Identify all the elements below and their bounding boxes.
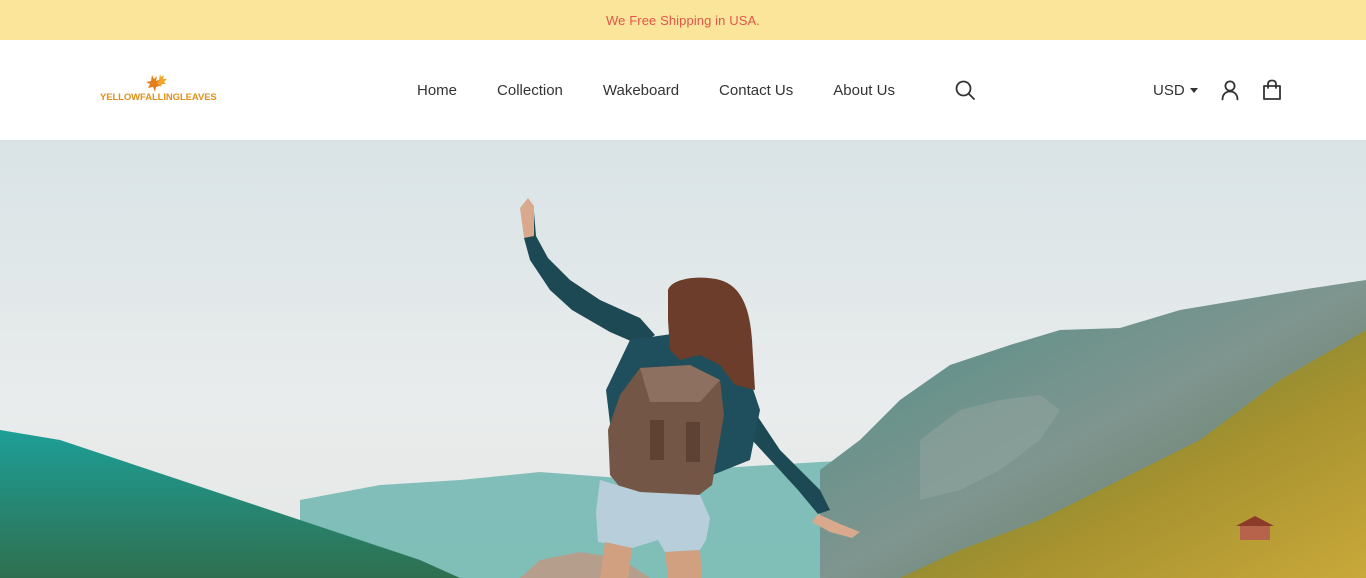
currency-selector[interactable]: USD xyxy=(1153,79,1198,101)
currency-label: USD xyxy=(1153,81,1185,99)
site-header: YELLOWFALLINGLEAVES Home Collection Wake… xyxy=(0,40,1366,140)
nav-item-home[interactable]: Home xyxy=(417,82,457,99)
maple-leaf-icon xyxy=(146,74,167,92)
nav-item-collection[interactable]: Collection xyxy=(497,82,563,99)
brand-name: YELLOWFALLINGLEAVES xyxy=(100,92,217,103)
announcement-bar: We Free Shipping in USA. xyxy=(0,0,1366,40)
announcement-text: We Free Shipping in USA. xyxy=(606,12,760,28)
hero-image xyxy=(0,140,1366,578)
main-nav: Home Collection Wakeboard Contact Us Abo… xyxy=(417,40,935,140)
shopping-bag-icon xyxy=(1263,79,1281,100)
nav-item-contact-us[interactable]: Contact Us xyxy=(719,82,793,99)
search-icon xyxy=(955,80,975,100)
caret-down-icon xyxy=(1189,87,1198,93)
search-button[interactable] xyxy=(954,79,976,101)
hero-banner xyxy=(0,140,1366,578)
nav-item-wakeboard[interactable]: Wakeboard xyxy=(603,82,679,99)
brand-logo[interactable]: YELLOWFALLINGLEAVES xyxy=(100,73,220,109)
account-button[interactable] xyxy=(1219,79,1241,101)
user-icon xyxy=(1221,80,1239,101)
nav-item-about-us[interactable]: About Us xyxy=(833,82,895,99)
cart-button[interactable] xyxy=(1261,79,1283,101)
